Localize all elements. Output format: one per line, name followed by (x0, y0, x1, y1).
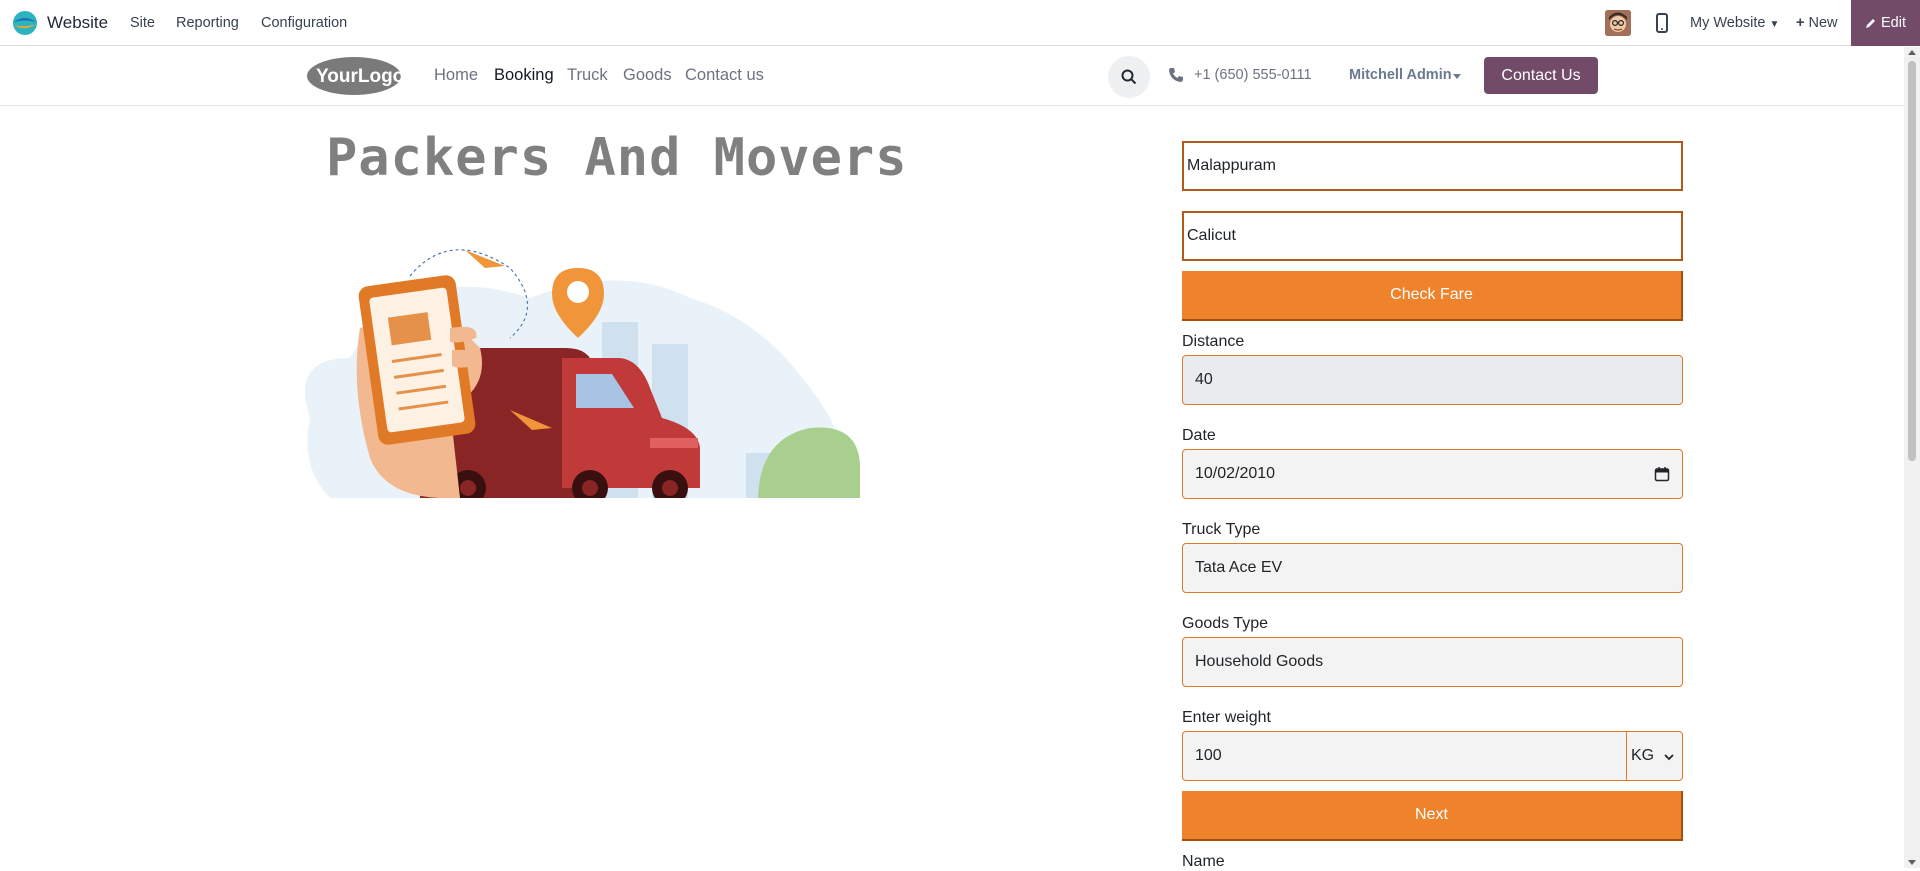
page-title: Packers And Movers (326, 128, 908, 188)
menu-site[interactable]: Site (130, 15, 155, 31)
website-selector[interactable]: My Website ▼ (1690, 15, 1779, 31)
weight-label: Enter weight (1182, 709, 1271, 726)
site-logo[interactable]: YourLogo (306, 56, 402, 96)
nav-contact-us[interactable]: Contact us (685, 66, 764, 85)
svg-text:YourLogo: YourLogo (316, 66, 402, 87)
name-label: Name (1182, 853, 1225, 870)
app-name[interactable]: Website (47, 13, 108, 33)
nav-home[interactable]: Home (434, 66, 478, 85)
next-button[interactable]: Next (1182, 791, 1683, 841)
date-input[interactable]: 10/02/2010 (1182, 449, 1683, 499)
nav-booking[interactable]: Booking (494, 66, 554, 85)
caret-down-icon (1453, 74, 1461, 79)
site-header: YourLogo Home Booking Truck Goods Contac… (0, 47, 1904, 106)
from-location-input[interactable]: Malappuram (1182, 141, 1683, 191)
contact-us-button[interactable]: Contact Us (1484, 57, 1598, 94)
mobile-preview-icon[interactable] (1655, 13, 1669, 33)
check-fare-button[interactable]: Check Fare (1182, 271, 1683, 321)
menu-reporting[interactable]: Reporting (176, 15, 239, 31)
weight-unit-value: KG (1631, 747, 1655, 764)
menu-configuration[interactable]: Configuration (261, 15, 347, 31)
edit-button[interactable]: Edit (1851, 0, 1920, 46)
nav-truck[interactable]: Truck (567, 66, 608, 85)
to-location-input[interactable]: Calicut (1182, 211, 1683, 261)
caret-down-icon: ▼ (1769, 19, 1780, 30)
search-icon (1121, 69, 1137, 85)
admin-top-bar: Website Site Reporting Configuration My … (0, 0, 1920, 46)
pencil-icon (1866, 19, 1875, 28)
search-button[interactable] (1108, 56, 1150, 98)
goods-type-input[interactable]: Household Goods (1182, 637, 1683, 687)
scroll-down-arrow-icon[interactable] (1908, 860, 1916, 865)
goods-type-label: Goods Type (1182, 615, 1268, 632)
truck-type-label: Truck Type (1182, 521, 1261, 538)
distance-input[interactable]: 40 (1182, 355, 1683, 405)
scrollbar-thumb[interactable] (1908, 61, 1916, 461)
phone-icon (1169, 68, 1183, 82)
phone-number[interactable]: +1 (650) 555-0111 (1194, 67, 1312, 83)
weight-input[interactable]: 100 (1182, 731, 1626, 781)
website-app-icon[interactable] (12, 10, 38, 36)
calendar-icon[interactable] (1654, 466, 1670, 482)
scroll-up-arrow-icon[interactable] (1908, 50, 1916, 55)
new-button[interactable]: + New (1796, 15, 1838, 31)
truck-type-input[interactable]: Tata Ace EV (1182, 543, 1683, 593)
moving-truck-illustration (305, 249, 860, 498)
date-value: 10/02/2010 (1195, 465, 1276, 482)
nav-goods[interactable]: Goods (623, 66, 672, 85)
distance-label: Distance (1182, 333, 1245, 350)
chevron-down-icon (1664, 754, 1674, 761)
user-avatar[interactable] (1605, 10, 1631, 36)
page-scrollbar[interactable] (1904, 47, 1920, 868)
date-label: Date (1182, 427, 1216, 444)
weight-unit-select[interactable]: KG (1626, 731, 1683, 781)
plus-icon: + (1796, 15, 1805, 31)
user-menu[interactable]: Mitchell Admin (1349, 67, 1452, 83)
